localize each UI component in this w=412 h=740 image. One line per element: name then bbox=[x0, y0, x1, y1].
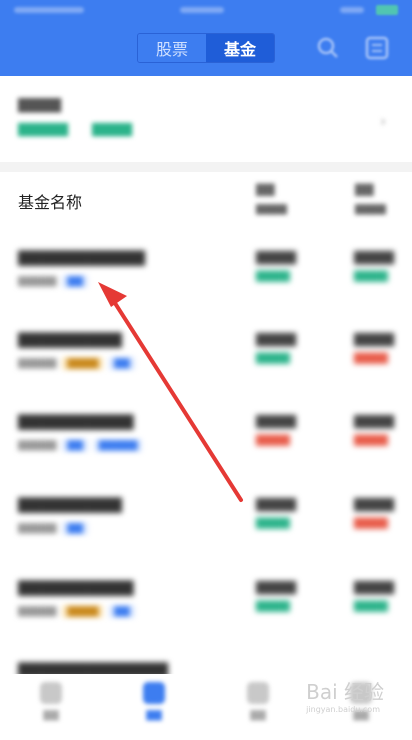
fund-meta: ▇▇▇▇▇ ▇▇ bbox=[18, 274, 88, 288]
status-bar bbox=[0, 0, 412, 20]
fund-name-column-title: 基金名称 bbox=[18, 193, 83, 212]
fund-change: ▇▇▇▇ ▇▇▇▇ bbox=[354, 414, 394, 446]
index-value: ▇▇▇▇▇ bbox=[18, 122, 68, 137]
fund-meta: ▇▇▇▇▇ ▇▇▇▇ ▇▇ bbox=[18, 604, 135, 618]
fund-row[interactable]: ▇▇▇▇▇▇▇▇▇ ▇▇▇▇▇ ▇▇▇▇ ▇▇ ▇▇▇▇ ▇▇▇▇ ▇▇▇▇ ▇▇▇▇ bbox=[0, 330, 412, 410]
fund-change: ▇▇▇▇ ▇▇▇▇ bbox=[354, 580, 394, 612]
fund-nav: ▇▇▇▇ ▇▇▇▇ bbox=[256, 250, 296, 282]
nav-label: ▇▇ bbox=[43, 710, 59, 721]
fund-change: ▇▇▇▇ ▇▇▇▇ bbox=[354, 332, 394, 364]
app-header: 股票 基金 bbox=[0, 0, 412, 76]
fund-name: ▇▇▇▇▇▇▇▇▇▇▇ bbox=[18, 248, 145, 266]
chevron-right-icon: › bbox=[380, 114, 386, 130]
home-icon bbox=[40, 682, 62, 704]
watermark-url: jingyan.baidu.com bbox=[306, 705, 380, 714]
battery-icon bbox=[376, 5, 398, 15]
menu-icon[interactable] bbox=[364, 35, 390, 61]
fund-nav: ▇▇▇▇ ▇▇▇▇ bbox=[256, 580, 296, 612]
fund-change: ▇▇▇▇ ▇▇▇▇ bbox=[354, 250, 394, 282]
tab-funds[interactable]: 基金 bbox=[206, 34, 274, 62]
fund-row[interactable]: ▇▇▇▇▇▇▇▇▇▇ ▇▇▇▇▇ ▇▇▇▇ ▇▇ ▇▇▇▇ ▇▇▇▇ ▇▇▇▇ ▇▇▇▇ bbox=[0, 578, 412, 658]
fund-meta: ▇▇▇▇▇ ▇▇ ▇▇▇▇▇ bbox=[18, 438, 143, 452]
market-icon bbox=[143, 682, 165, 704]
fund-row[interactable]: ▇▇▇▇▇▇▇▇▇▇▇ ▇▇▇▇▇ ▇▇ ▇▇▇▇ ▇▇▇▇ ▇▇▇▇ ▇▇▇▇ bbox=[0, 248, 412, 328]
fund-nav: ▇▇▇▇ ▇▇▇▇ bbox=[256, 414, 296, 446]
index-name: ▇▇▇▇ bbox=[18, 97, 62, 113]
index-card[interactable]: ▇▇▇▇ ▇▇▇▇▇ ▇▇▇▇ › bbox=[0, 76, 412, 172]
nav-item-market[interactable]: ▇▇ bbox=[129, 682, 179, 721]
fund-name: ▇▇▇▇▇▇▇▇▇▇ bbox=[18, 578, 134, 596]
fund-row[interactable]: ▇▇▇▇▇▇▇▇▇▇ ▇▇▇▇▇ ▇▇ ▇▇▇▇▇ ▇▇▇▇ ▇▇▇▇ ▇▇▇▇ ▇▇▇… bbox=[0, 412, 412, 492]
fund-row[interactable]: ▇▇▇▇▇▇▇▇▇ ▇▇▇▇▇ ▇▇ ▇▇▇▇ ▇▇▇▇ ▇▇▇▇ ▇▇▇▇ bbox=[0, 495, 412, 575]
index-change: ▇▇▇▇ bbox=[92, 122, 132, 137]
nav-label: ▇▇ bbox=[146, 710, 162, 721]
market-switch: 股票 基金 bbox=[137, 33, 275, 63]
column-header-nav[interactable]: ▇▇ bbox=[256, 182, 274, 196]
fund-change: ▇▇▇▇ ▇▇▇▇ bbox=[354, 497, 394, 529]
fund-list-header: 基金名称 ▇▇ ▇▇▇▇ ▇▇ ▇▇▇▇ bbox=[0, 172, 412, 230]
fund-meta: ▇▇▇▇▇ ▇▇ bbox=[18, 521, 88, 535]
fund-nav: ▇▇▇▇ ▇▇▇▇ bbox=[256, 497, 296, 529]
baidu-watermark: Bai 经验 jingyan.baidu.com bbox=[262, 676, 402, 724]
fund-meta: ▇▇▇▇▇ ▇▇▇▇ ▇▇ bbox=[18, 356, 135, 370]
fund-nav: ▇▇▇▇ ▇▇▇▇ bbox=[256, 332, 296, 364]
fund-name: ▇▇▇▇▇▇▇▇▇▇ bbox=[18, 412, 134, 430]
fund-name: ▇▇▇▇▇▇▇▇▇ bbox=[18, 330, 122, 348]
column-header-change-date: ▇▇▇▇ bbox=[355, 204, 386, 215]
fund-name: ▇▇▇▇▇▇▇▇▇ bbox=[18, 495, 122, 513]
column-header-nav-date: ▇▇▇▇ bbox=[256, 204, 287, 215]
nav-item-home[interactable]: ▇▇ bbox=[26, 682, 76, 721]
search-icon[interactable] bbox=[315, 35, 341, 61]
column-header-change[interactable]: ▇▇ bbox=[355, 182, 373, 196]
tab-stocks[interactable]: 股票 bbox=[138, 34, 206, 62]
watermark-brand: Bai 经验 bbox=[306, 680, 384, 704]
